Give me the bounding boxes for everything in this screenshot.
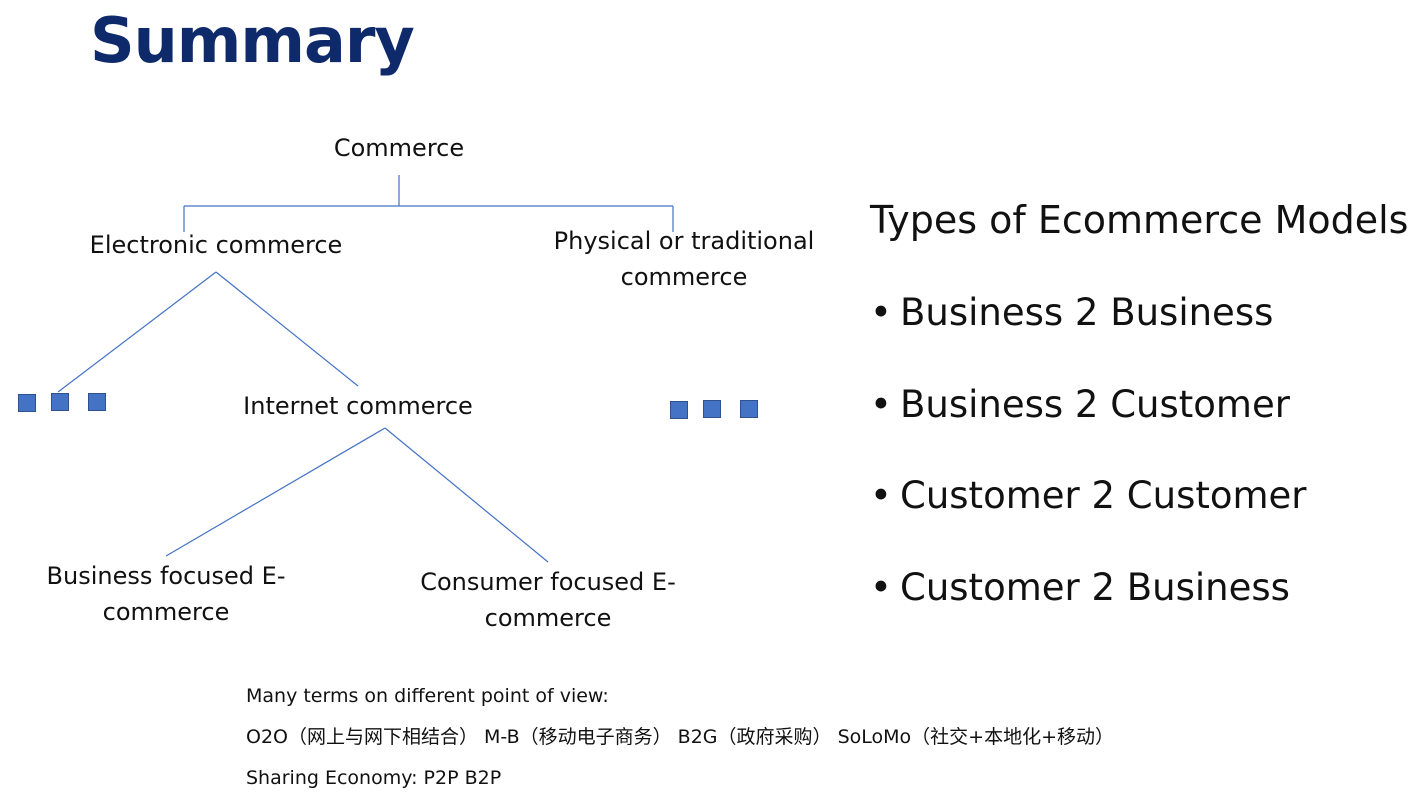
connector-internet-to-business — [165, 427, 386, 557]
types-list-item: • Customer 2 Customer — [870, 471, 1307, 563]
connector-electronic-to-internet — [215, 271, 359, 387]
tree-node-internet-label: Internet commerce — [243, 392, 473, 420]
types-item-label: Customer 2 Business — [900, 565, 1290, 609]
types-list-item: • Customer 2 Business — [870, 563, 1307, 655]
tree-node-physical-commerce: Physical or traditional commerce — [524, 223, 844, 295]
ellipsis-marker-left-1 — [18, 394, 36, 412]
notes-line-intro: Many terms on different point of view: — [246, 685, 609, 707]
tree-node-consumer-focused: Consumer focused E- commerce — [398, 564, 698, 636]
notes-line-sharing: Sharing Economy: P2P B2P — [246, 767, 502, 789]
tree-node-consumer-label-line1: Consumer focused E- — [420, 568, 676, 596]
tree-node-commerce-label: Commerce — [333, 134, 465, 162]
tree-node-business-focused: Business focused E- commerce — [26, 558, 306, 630]
bullet-glyph: • — [870, 382, 892, 426]
types-list: • Business 2 Business • Business 2 Custome… — [870, 288, 1307, 654]
notes-line-terms: O2O（网上与网下相结合） M-B（移动电子商务） B2G（政府采购） SoLo… — [246, 726, 1114, 748]
tree-node-business-label-line1: Business focused E- — [46, 562, 286, 590]
tree-node-commerce: Commerce — [300, 130, 498, 166]
types-list-item: • Business 2 Business — [870, 288, 1307, 380]
types-item-label: Customer 2 Customer — [900, 474, 1307, 517]
tree-node-electronic-label: Electronic commerce — [89, 231, 343, 259]
tree-node-consumer-label-line2: commerce — [484, 604, 612, 632]
ellipsis-marker-right-3 — [740, 400, 758, 418]
types-list-item: • Business 2 Customer — [870, 380, 1307, 472]
bullet-glyph: • — [870, 291, 892, 334]
types-heading: Types of Ecommerce Models — [870, 198, 1408, 242]
connector-electronic-to-other — [57, 271, 217, 393]
connector-internet-to-consumer — [384, 427, 549, 563]
tree-node-internet-commerce: Internet commerce — [218, 388, 498, 424]
tree-node-physical-label-line1: Physical or traditional — [553, 227, 815, 255]
tree-node-physical-label-line2: commerce — [620, 263, 748, 291]
tree-node-electronic-commerce: Electronic commerce — [66, 227, 366, 263]
tree-node-business-label-line2: commerce — [102, 598, 230, 626]
ellipsis-marker-right-1 — [670, 401, 688, 419]
bullet-glyph: • — [870, 565, 892, 609]
bullet-glyph: • — [870, 474, 892, 517]
types-item-label: Business 2 Customer — [900, 382, 1290, 426]
ellipsis-marker-left-2 — [51, 393, 69, 411]
ellipsis-marker-right-2 — [703, 400, 721, 418]
notes-block: Many terms on different point of view: O… — [246, 676, 1114, 799]
types-item-label: Business 2 Business — [900, 291, 1274, 334]
ellipsis-marker-left-3 — [88, 393, 106, 411]
